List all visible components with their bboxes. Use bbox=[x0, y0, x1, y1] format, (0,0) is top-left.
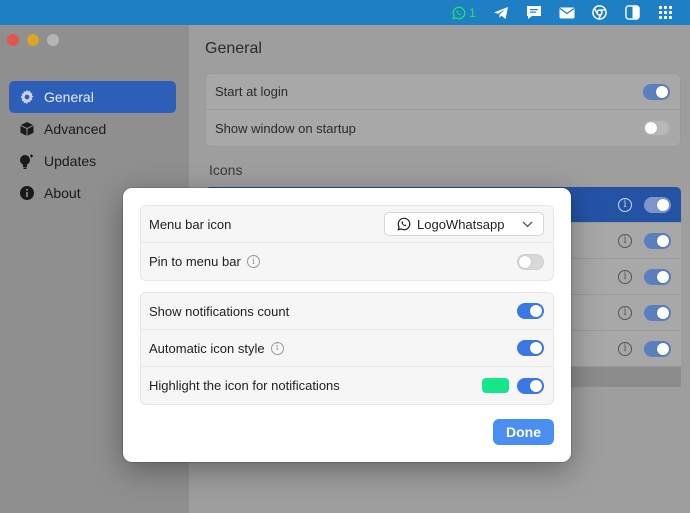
messages-icon bbox=[526, 6, 541, 19]
minimize-button[interactable] bbox=[27, 34, 39, 46]
grid-icon bbox=[658, 5, 673, 20]
page-title: General bbox=[205, 40, 262, 57]
chrome-icon bbox=[592, 5, 607, 20]
messages-status-item[interactable] bbox=[517, 0, 550, 25]
telegram-icon bbox=[493, 6, 508, 19]
icon-toggle[interactable] bbox=[644, 268, 671, 285]
pin-label: Pin to menu bar bbox=[149, 254, 241, 269]
auto-style-label: Automatic icon style bbox=[149, 340, 265, 356]
select-value: LogoWhatsapp bbox=[417, 216, 505, 232]
start-at-login-toggle[interactable] bbox=[643, 83, 670, 100]
sidebar-item-label: Advanced bbox=[44, 121, 107, 137]
pin-label-wrap: Pin to menu bar i bbox=[149, 254, 260, 269]
mail-icon bbox=[559, 7, 574, 18]
window-controls bbox=[7, 34, 59, 46]
system-menu-bar: 1 bbox=[0, 0, 690, 25]
sidebar-item-general[interactable]: General bbox=[9, 81, 176, 113]
whatsapp-icon bbox=[452, 6, 466, 20]
icon-toggle[interactable] bbox=[644, 340, 671, 357]
menu-bar-icon-row: Menu bar icon LogoWhatsapp bbox=[141, 206, 553, 243]
auto-style-label-wrap: Automatic icon style i bbox=[149, 341, 284, 356]
info-icon[interactable]: i bbox=[246, 255, 260, 268]
mail-status-item[interactable] bbox=[550, 0, 583, 25]
zoom-button[interactable] bbox=[47, 34, 59, 46]
show-window-label: Show window on startup bbox=[215, 120, 356, 136]
show-count-row: Show notifications count bbox=[141, 293, 553, 330]
sidebar-item-label: General bbox=[44, 89, 94, 105]
whatsapp-count: 1 bbox=[469, 5, 476, 20]
grid-status-item[interactable] bbox=[649, 0, 682, 25]
highlight-color-swatch[interactable] bbox=[482, 378, 509, 393]
cube-icon bbox=[18, 121, 35, 138]
split-view-status-item[interactable] bbox=[616, 0, 649, 25]
menu-bar-icon-label: Menu bar icon bbox=[149, 216, 232, 232]
chevron-down-icon bbox=[522, 221, 533, 227]
sidebar-item-updates[interactable]: Updates bbox=[9, 145, 176, 177]
highlight-label: Highlight the icon for notifications bbox=[149, 378, 340, 393]
highlight-row: Highlight the icon for notifications bbox=[141, 367, 553, 404]
whatsapp-status-item[interactable]: 1 bbox=[444, 0, 484, 25]
start-at-login-label: Start at login bbox=[215, 84, 288, 99]
sidebar-item-label: About bbox=[44, 185, 81, 201]
general-settings-group: Start at login Show window on startup bbox=[205, 73, 681, 147]
auto-style-toggle[interactable] bbox=[517, 340, 544, 356]
info-icon[interactable]: i bbox=[618, 233, 632, 248]
chrome-status-item[interactable] bbox=[583, 0, 616, 25]
icon-toggle[interactable] bbox=[644, 304, 671, 321]
gear-icon bbox=[18, 89, 35, 106]
auto-style-row: Automatic icon style i bbox=[141, 330, 553, 367]
icon-toggle[interactable] bbox=[644, 196, 671, 213]
menu-bar-group: Menu bar icon LogoWhatsapp Pin to menu b… bbox=[140, 205, 554, 281]
show-count-label: Show notifications count bbox=[149, 303, 290, 319]
info-icon[interactable]: i bbox=[270, 341, 284, 355]
close-button[interactable] bbox=[7, 34, 19, 46]
highlight-controls bbox=[482, 377, 544, 394]
info-icon bbox=[18, 185, 35, 202]
sidebar-item-advanced[interactable]: Advanced bbox=[9, 113, 176, 145]
menu-bar-icon-select[interactable]: LogoWhatsapp bbox=[384, 212, 544, 236]
split-view-icon bbox=[625, 5, 640, 20]
pin-toggle[interactable] bbox=[517, 253, 544, 270]
show-window-toggle[interactable] bbox=[643, 120, 670, 136]
start-at-login-row: Start at login bbox=[206, 74, 680, 110]
pin-row: Pin to menu bar i bbox=[141, 243, 553, 280]
lightbulb-icon bbox=[18, 153, 35, 170]
done-button[interactable]: Done bbox=[493, 419, 554, 445]
info-icon[interactable]: i bbox=[618, 305, 632, 320]
telegram-status-item[interactable] bbox=[484, 0, 517, 25]
info-icon[interactable]: i bbox=[618, 341, 632, 356]
icons-section-label: Icons bbox=[209, 162, 243, 178]
show-count-toggle[interactable] bbox=[517, 303, 544, 319]
show-window-row: Show window on startup bbox=[206, 110, 680, 146]
sidebar-item-label: Updates bbox=[44, 153, 97, 169]
notifications-group: Show notifications count Automatic icon … bbox=[140, 292, 554, 405]
whatsapp-icon bbox=[397, 217, 411, 231]
highlight-toggle[interactable] bbox=[517, 377, 544, 394]
info-icon[interactable]: i bbox=[618, 269, 632, 284]
icon-toggle[interactable] bbox=[644, 232, 671, 249]
icon-settings-dialog: Menu bar icon LogoWhatsapp Pin to menu b… bbox=[123, 188, 571, 462]
info-icon[interactable]: i bbox=[618, 197, 632, 212]
